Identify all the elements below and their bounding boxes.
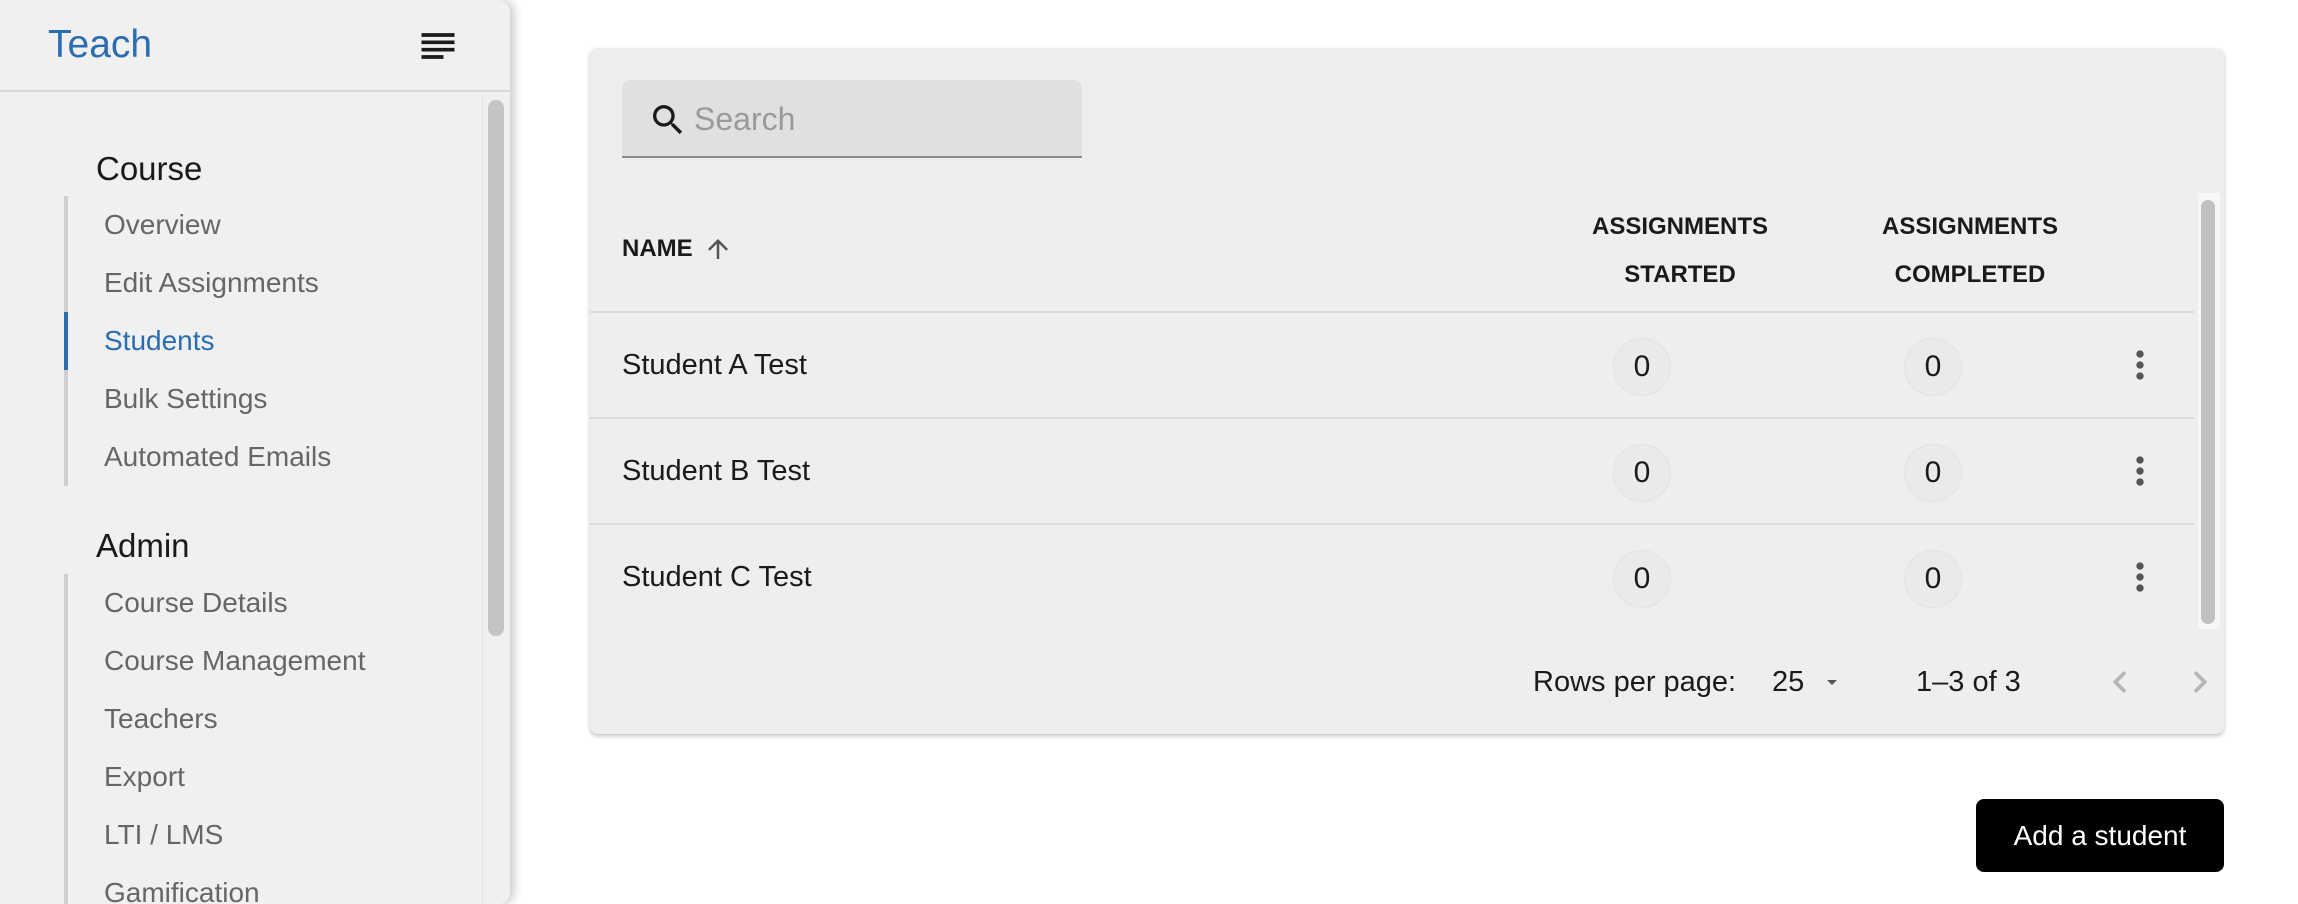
table-row[interactable]: Student C Test 0 0 bbox=[590, 525, 2194, 629]
rows-per-page-select[interactable]: 25 bbox=[1772, 660, 1844, 704]
caret-down-icon bbox=[1827, 680, 1838, 685]
nav-group-admin: Course Details Course Management Teacher… bbox=[64, 574, 468, 904]
sidebar-item-label: Export bbox=[104, 761, 185, 792]
sidebar-item-course-details[interactable]: Course Details bbox=[64, 574, 468, 632]
sidebar-header: Teach bbox=[0, 0, 510, 92]
sidebar-item-lti-lms[interactable]: LTI / LMS bbox=[64, 806, 468, 864]
sidebar-item-label: LTI / LMS bbox=[104, 819, 224, 850]
sidebar-item-label: Gamification bbox=[104, 877, 260, 904]
more-vert-icon[interactable] bbox=[2118, 449, 2162, 493]
pagination: Rows per page: 25 1–3 of 3 bbox=[590, 638, 2224, 728]
assignments-started-count: 0 bbox=[1614, 551, 1670, 607]
assignments-completed-count: 0 bbox=[1905, 339, 1961, 395]
section-title-admin: Admin bbox=[96, 527, 190, 564]
sidebar-item-automated-emails[interactable]: Automated Emails bbox=[64, 428, 468, 486]
sidebar-item-export[interactable]: Export bbox=[64, 748, 468, 806]
sidebar-item-label: Edit Assignments bbox=[104, 267, 319, 298]
sidebar-item-course-management[interactable]: Course Management bbox=[64, 632, 468, 690]
students-table: Name Assignments Started Assignments Com… bbox=[590, 193, 2194, 629]
sidebar-item-students[interactable]: Students bbox=[64, 312, 468, 370]
student-name[interactable]: Student A Test bbox=[622, 313, 807, 417]
section-title-course: Course bbox=[96, 150, 203, 187]
more-vert-icon[interactable] bbox=[2118, 555, 2162, 599]
sidebar-item-label: Automated Emails bbox=[104, 441, 332, 472]
menu-lines-icon[interactable] bbox=[416, 24, 460, 68]
rows-per-page-value: 25 bbox=[1772, 665, 1805, 698]
app-title[interactable]: Teach bbox=[48, 20, 152, 70]
sidebar-item-gamification[interactable]: Gamification bbox=[64, 864, 468, 904]
sidebar: Teach Course Overview Edit Assignments S… bbox=[0, 0, 510, 904]
search-input[interactable] bbox=[692, 80, 1066, 158]
student-name[interactable]: Student C Test bbox=[622, 525, 812, 629]
table-header: Name Assignments Started Assignments Com… bbox=[590, 193, 2194, 313]
sidebar-item-label: Bulk Settings bbox=[104, 383, 268, 414]
column-header-completed-line1: Assignments bbox=[1881, 213, 2058, 240]
nav-group-course: Overview Edit Assignments Students Bulk … bbox=[64, 196, 468, 486]
add-student-button[interactable]: Add a student bbox=[1976, 799, 2224, 872]
table-row[interactable]: Student B Test 0 0 bbox=[590, 419, 2194, 525]
sidebar-item-label: Course Management bbox=[104, 645, 366, 676]
sort-arrow-up-icon[interactable] bbox=[703, 234, 733, 264]
sidebar-item-label: Overview bbox=[104, 209, 221, 240]
table-row[interactable]: Student A Test 0 0 bbox=[590, 313, 2194, 419]
sidebar-nav: Course Overview Edit Assignments Student… bbox=[0, 94, 480, 904]
student-name[interactable]: Student B Test bbox=[622, 419, 810, 523]
assignments-completed-count: 0 bbox=[1905, 551, 1961, 607]
table-scrollbar-thumb[interactable] bbox=[2201, 200, 2215, 624]
chevron-right-icon[interactable] bbox=[2178, 660, 2222, 704]
assignments-started-count: 0 bbox=[1614, 445, 1670, 501]
rows-per-page-label: Rows per page: bbox=[1533, 666, 1737, 698]
search-field bbox=[622, 80, 1082, 158]
column-header-assignments-completed[interactable]: Assignments Completed bbox=[1760, 203, 2180, 299]
sidebar-item-teachers[interactable]: Teachers bbox=[64, 690, 468, 748]
pagination-range: 1–3 of 3 bbox=[1916, 666, 2021, 698]
column-header-name-label: Name bbox=[622, 235, 693, 262]
sidebar-scrollbar-thumb[interactable] bbox=[488, 100, 504, 636]
sidebar-item-edit-assignments[interactable]: Edit Assignments bbox=[64, 254, 468, 312]
assignments-started-count: 0 bbox=[1614, 339, 1670, 395]
search-icon bbox=[653, 105, 683, 135]
students-table-card: Name Assignments Started Assignments Com… bbox=[590, 48, 2224, 734]
column-header-completed-line2: Completed bbox=[1894, 261, 2046, 288]
more-vert-icon[interactable] bbox=[2118, 343, 2162, 387]
sidebar-item-bulk-settings[interactable]: Bulk Settings bbox=[64, 370, 468, 428]
sidebar-item-label: Course Details bbox=[104, 587, 288, 618]
assignments-completed-count: 0 bbox=[1905, 445, 1961, 501]
sidebar-item-label: Teachers bbox=[104, 703, 218, 734]
column-header-name[interactable]: Name bbox=[622, 225, 733, 273]
chevron-left-icon[interactable] bbox=[2098, 660, 2142, 704]
sidebar-item-overview[interactable]: Overview bbox=[64, 196, 468, 254]
sidebar-item-label: Students bbox=[104, 325, 215, 356]
